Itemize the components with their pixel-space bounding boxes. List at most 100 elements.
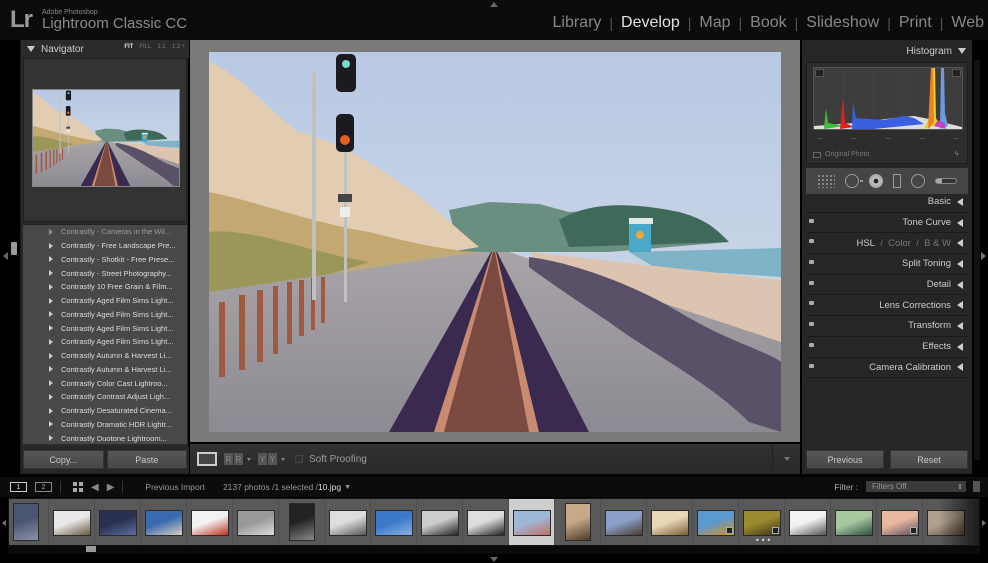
filmstrip[interactable]: ••• — [8, 498, 980, 546]
presets-list[interactable]: Contrastly - Cameras in the Wil... Contra… — [23, 224, 187, 444]
back-arrow-icon[interactable]: ◀ — [91, 482, 99, 493]
preset-folder[interactable]: Contrastly Autumn & Harvest Li... — [23, 349, 187, 363]
collapse-filmstrip-right-arrow-icon[interactable] — [982, 520, 986, 526]
preset-folder[interactable]: Contrastly - Street Photography... — [23, 266, 187, 280]
navigator-zoom-option[interactable]: FIT — [124, 44, 133, 50]
filmstrip-cell[interactable] — [187, 499, 233, 545]
preset-folder[interactable]: Contrastly Color Cast Lightroo... — [23, 376, 187, 390]
module-book[interactable]: Book — [750, 14, 786, 32]
histogram-graph[interactable] — [813, 67, 963, 130]
radial-filter-tool-icon[interactable] — [911, 174, 925, 188]
panel-camera-calibration[interactable]: Camera Calibration — [806, 358, 968, 379]
filmstrip-cell[interactable] — [601, 499, 647, 545]
module-slideshow[interactable]: Slideshow — [806, 14, 879, 32]
filmstrip-cell[interactable]: ••• — [739, 499, 785, 545]
main-photo[interactable] — [209, 52, 781, 432]
red-eye-tool-icon[interactable] — [869, 174, 883, 188]
navigator-zoom-option[interactable]: FILL — [139, 44, 151, 50]
navigator-zoom-option[interactable]: 1:1 — [157, 44, 165, 50]
before-after-left-right-button[interactable]: RR — [224, 453, 243, 465]
filmstrip-cell[interactable] — [877, 499, 923, 545]
filmstrip-scrollbar[interactable] — [8, 546, 980, 554]
preset-folder[interactable]: Contrastly Duotone Lightroom... — [23, 431, 187, 444]
panel-tab-b-w[interactable]: B & W — [924, 238, 951, 249]
photo-canvas[interactable] — [190, 40, 800, 442]
filmstrip-cell[interactable] — [95, 499, 141, 545]
collapse-left-panel-arrow-icon[interactable] — [3, 252, 8, 260]
filmstrip-cell[interactable] — [555, 499, 601, 545]
module-library[interactable]: Library — [553, 14, 602, 32]
preset-folder[interactable]: Contrastly Autumn & Harvest Li... — [23, 363, 187, 377]
preset-folder[interactable]: Contrastly - Cameras in the Wil... — [23, 225, 187, 239]
before-after-top-bottom-button[interactable]: YY — [258, 453, 277, 465]
preset-folder[interactable]: Contrastly Dramatic HDR Lightr... — [23, 418, 187, 432]
collapse-filmstrip-left-arrow-icon[interactable] — [2, 520, 6, 526]
preset-folder[interactable]: Contrastly Contrast Adjust Ligh... — [23, 390, 187, 404]
preset-folder[interactable]: Contrastly Aged Film Sims Light... — [23, 294, 187, 308]
filmstrip-cell[interactable] — [325, 499, 371, 545]
panel-switch-toggle[interactable] — [809, 363, 814, 368]
panel-switch-toggle[interactable] — [809, 218, 814, 223]
original-photo-checkbox[interactable] — [813, 151, 821, 158]
copy-button[interactable]: Copy... — [23, 450, 104, 469]
reset-button[interactable]: Reset — [890, 450, 968, 469]
forward-arrow-icon[interactable]: ▶ — [107, 482, 115, 493]
soft-proofing-checkbox[interactable] — [295, 455, 303, 463]
panel-tone-curve[interactable]: Tone Curve — [806, 213, 968, 234]
graduated-filter-tool-icon[interactable] — [893, 174, 901, 188]
preset-folder[interactable]: Contrastly Aged Film Sims Light... — [23, 321, 187, 335]
filmstrip-cell[interactable] — [831, 499, 877, 545]
panel-lens-corrections[interactable]: Lens Corrections — [806, 295, 968, 317]
panel-switch-toggle[interactable] — [809, 260, 814, 265]
filmstrip-cell[interactable] — [693, 499, 739, 545]
paste-button[interactable]: Paste — [106, 450, 187, 469]
highlight-clipping-warning-icon[interactable] — [952, 69, 961, 77]
previous-button[interactable]: Previous — [806, 450, 884, 469]
collapse-bottom-panel-arrow-icon[interactable] — [490, 557, 498, 562]
panel-effects[interactable]: Effects — [806, 337, 968, 358]
navigator-preview[interactable] — [23, 58, 187, 222]
preset-folder[interactable]: Contrastly Aged Film Sims Light... — [23, 308, 187, 322]
source-dropdown-icon[interactable]: ▼ — [344, 484, 351, 491]
navigator-thumbnail[interactable] — [32, 89, 180, 187]
module-print[interactable]: Print — [899, 14, 932, 32]
left-panel-scrollbar[interactable] — [11, 242, 17, 255]
preset-folder[interactable]: Contrastly - Shotkit - Free Prese... — [23, 253, 187, 267]
panel-split-toning[interactable]: Split Toning — [806, 254, 968, 275]
navigator-header[interactable]: Navigator FIT FILL 1:1 1:2 ÷ — [21, 40, 189, 58]
filter-select[interactable]: Filters Off — [866, 481, 966, 492]
panel-detail[interactable]: Detail — [806, 275, 968, 296]
module-map[interactable]: Map — [699, 14, 730, 32]
panel-basic[interactable]: Basic — [806, 192, 968, 213]
adjustment-brush-tool-icon[interactable] — [935, 178, 957, 184]
panel-switch-toggle[interactable] — [809, 301, 814, 306]
panel-switch-toggle[interactable] — [809, 239, 814, 244]
panel-tab-color[interactable]: Color — [888, 238, 911, 249]
panel-transform[interactable]: Transform — [806, 316, 968, 337]
filter-lock-icon[interactable] — [973, 481, 980, 492]
panel-switch-toggle[interactable] — [809, 342, 814, 347]
filmstrip-cell[interactable] — [509, 499, 555, 545]
secondary-window-button[interactable]: 2 — [35, 482, 52, 492]
preset-folder[interactable]: Contrastly - Free Landscape Pre... — [23, 239, 187, 253]
preset-folder[interactable]: Contrastly Aged Film Sims Light... — [23, 335, 187, 349]
crop-overlay-tool-icon[interactable] — [817, 174, 835, 188]
panel-switch-toggle[interactable] — [809, 322, 814, 327]
navigator-zoom-option[interactable]: 1:2 ÷ — [172, 44, 185, 50]
filmstrip-cell[interactable] — [49, 499, 95, 545]
main-window-button[interactable]: 1 — [10, 482, 27, 492]
module-web[interactable]: Web — [951, 14, 984, 32]
shadow-clipping-warning-icon[interactable] — [815, 69, 824, 77]
filmstrip-cell[interactable] — [141, 499, 187, 545]
original-photo-toggle[interactable]: Original Photo — [813, 151, 869, 158]
filmstrip-cell[interactable] — [647, 499, 693, 545]
filmstrip-cell[interactable] — [785, 499, 831, 545]
histogram-header[interactable]: Histogram — [802, 40, 972, 62]
collapse-top-panel-arrow-icon[interactable] — [490, 2, 498, 7]
spot-removal-tool-icon[interactable] — [845, 174, 863, 188]
filmstrip-cell[interactable] — [371, 499, 417, 545]
filmstrip-cell[interactable] — [233, 499, 279, 545]
loupe-view-button[interactable] — [197, 452, 217, 466]
panel-hsl[interactable]: HSL / Color / B & W — [806, 233, 968, 255]
filmstrip-cell[interactable] — [923, 499, 969, 545]
